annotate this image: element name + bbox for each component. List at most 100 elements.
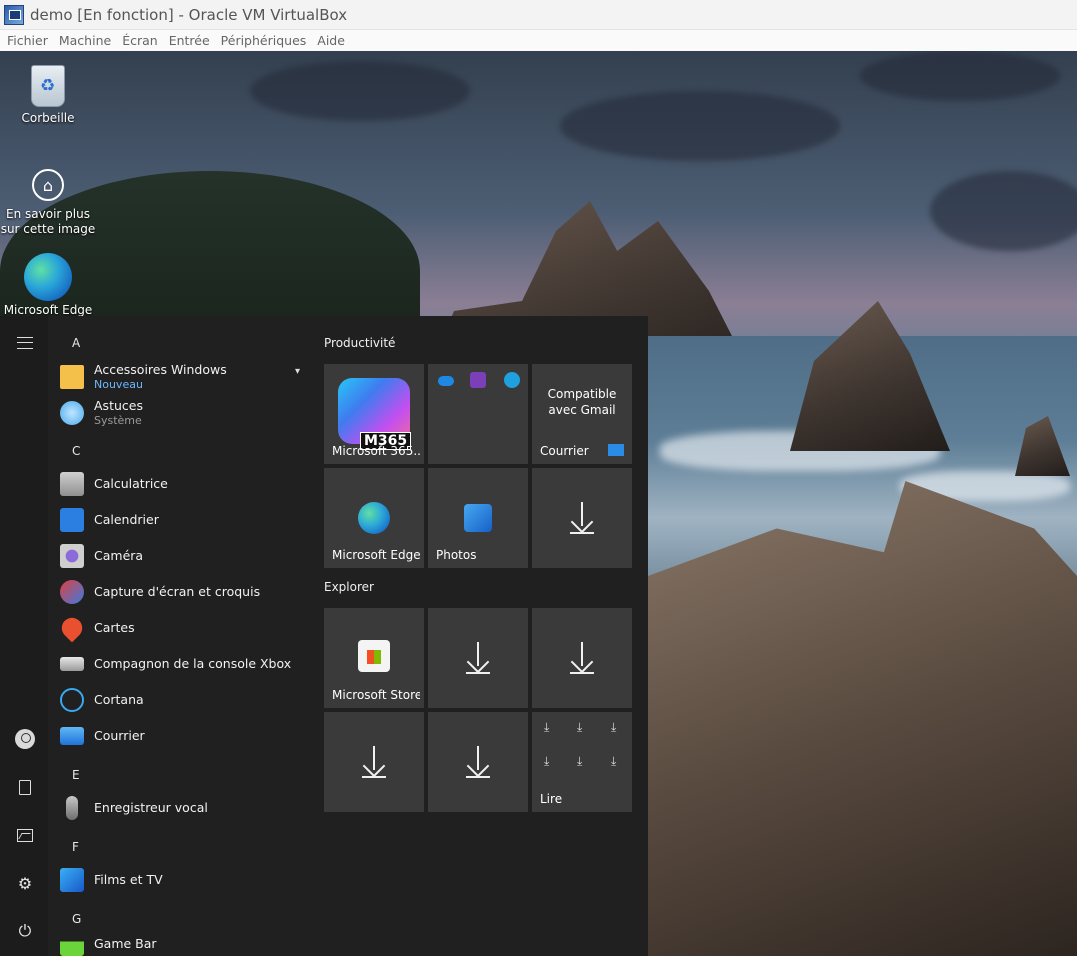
menu-fichier[interactable]: Fichier [7,33,48,48]
menu-entree[interactable]: Entrée [169,33,210,48]
window-titlebar: demo [En fonction] - Oracle VM VirtualBo… [0,0,1077,30]
download-icon [362,746,386,778]
calendar-icon [60,508,84,532]
pictures-icon[interactable] [10,820,40,850]
app-name: Calculatrice [94,476,168,491]
maps-icon [57,613,87,643]
letter-e[interactable]: E [72,768,80,782]
app-name: Courrier [94,728,145,743]
tile-microsoft-edge[interactable]: Microsoft Edge [324,468,424,568]
calculator-icon [60,472,84,496]
onedrive-icon [438,376,454,386]
tile-microsoft-365[interactable]: M365 Microsoft 365... [324,364,424,464]
letter-c[interactable]: C [72,444,80,458]
app-camera[interactable]: Caméra [60,540,310,572]
menubar: Fichier Machine Écran Entrée Périphériqu… [0,30,1077,51]
tile-download-3[interactable] [532,608,632,708]
app-accessoires-windows[interactable]: Accessoires Windows Nouveau ▾ [60,360,310,394]
snip-sketch-icon [60,580,84,604]
app-name: Astuces [94,398,143,413]
app-name: Films et TV [94,872,163,887]
game-bar-icon [60,932,84,956]
window-title: demo [En fonction] - Oracle VM VirtualBo… [30,5,348,24]
download-icon: ⤓ [611,754,617,768]
tile-label: Microsoft 365... [332,444,420,458]
skype-icon [504,372,520,388]
app-game-bar[interactable]: Game Bar [60,928,310,956]
app-name: Cortana [94,692,144,707]
documents-icon[interactable] [10,772,40,802]
download-icon [570,642,594,674]
edge-icon [358,502,390,534]
app-list: A Accessoires Windows Nouveau ▾ Astuces … [48,316,312,956]
download-icon [570,502,594,534]
tile-label: Lire [540,792,563,806]
download-icon: ⤓ [611,720,617,734]
app-enregistreur-vocal[interactable]: Enregistreur vocal [60,792,310,824]
desktop-icon-edge[interactable]: Microsoft Edge [0,251,96,318]
app-calculatrice[interactable]: Calculatrice [60,468,310,500]
virtualbox-icon [4,4,24,25]
tile-download-4[interactable] [324,712,424,812]
download-icon: ⤓ [544,754,550,768]
menu-icon[interactable] [10,328,40,358]
power-icon[interactable]: ⏻ [10,916,40,946]
app-name: Caméra [94,548,144,563]
tile-microsoft-store[interactable]: Microsoft Store [324,608,424,708]
desktop-icon-label: En savoir plus sur cette image [0,207,96,236]
app-xbox-console[interactable]: Compagnon de la console Xbox [60,648,310,680]
camera-icon [60,544,84,568]
onenote-icon [470,372,486,388]
lightbulb-icon [60,401,84,425]
app-cartes[interactable]: Cartes [57,612,310,644]
menu-machine[interactable]: Machine [59,33,111,48]
chevron-down-icon[interactable]: ▾ [295,366,300,377]
tile-label: Photos [436,548,477,562]
tile-label: Microsoft Store [332,688,420,702]
menu-peripheriques[interactable]: Périphériques [221,33,307,48]
menu-ecran[interactable]: Écran [122,33,158,48]
download-icon: ⤓ [577,754,583,768]
desktop-icon-corbeille[interactable]: Corbeille [0,57,96,126]
app-courrier[interactable]: Courrier [60,720,310,752]
tile-courrier[interactable]: Compatible avec Gmail Courrier [532,364,632,464]
download-icon [466,642,490,674]
app-name: Capture d'écran et croquis [94,584,261,599]
letter-f[interactable]: F [72,840,79,854]
start-rail: ⚙ ⏻ [0,316,48,956]
letter-g[interactable]: G [72,912,81,926]
app-capture-ecran[interactable]: Capture d'écran et croquis [60,576,310,608]
xbox-console-icon [60,657,84,671]
settings-icon[interactable]: ⚙ [10,868,40,898]
app-cortana[interactable]: Cortana [60,684,310,716]
tile-download-5[interactable] [428,712,528,812]
menu-aide[interactable]: Aide [317,33,345,48]
tile-lire[interactable]: ⤓ ⤓ ⤓ ⤓ ⤓ ⤓ Lire [532,712,632,812]
cortana-icon [60,688,84,712]
app-calendrier[interactable]: Calendrier [60,504,310,536]
app-astuces[interactable]: Astuces Système [60,396,310,430]
tile-download-2[interactable] [428,608,528,708]
app-name: Calendrier [94,512,159,527]
app-sub: Système [94,414,142,427]
tile-photos[interactable]: Photos [428,468,528,568]
desktop-icon-learn-image[interactable]: ⌂ En savoir plus sur cette image [0,157,96,237]
app-name: Game Bar [94,936,157,951]
store-icon [358,640,390,672]
download-icon: ⤓ [544,720,550,734]
desktop-icon-label: Corbeille [21,111,75,125]
photos-icon [464,504,492,532]
folder-icon [60,365,84,389]
app-films-tv[interactable]: Films et TV [60,864,310,896]
voice-recorder-icon [66,796,78,820]
tile-label: Microsoft Edge [332,548,420,562]
app-name: Compagnon de la console Xbox [94,656,292,671]
letter-a[interactable]: A [72,336,80,350]
user-icon[interactable] [10,724,40,754]
group-title-productivite[interactable]: Productivité [324,336,395,350]
tile-office-apps[interactable] [428,364,528,464]
recycle-bin-icon [31,65,65,107]
mail-icon [60,727,84,745]
group-title-explorer[interactable]: Explorer [324,580,374,594]
tile-download-1[interactable] [532,468,632,568]
